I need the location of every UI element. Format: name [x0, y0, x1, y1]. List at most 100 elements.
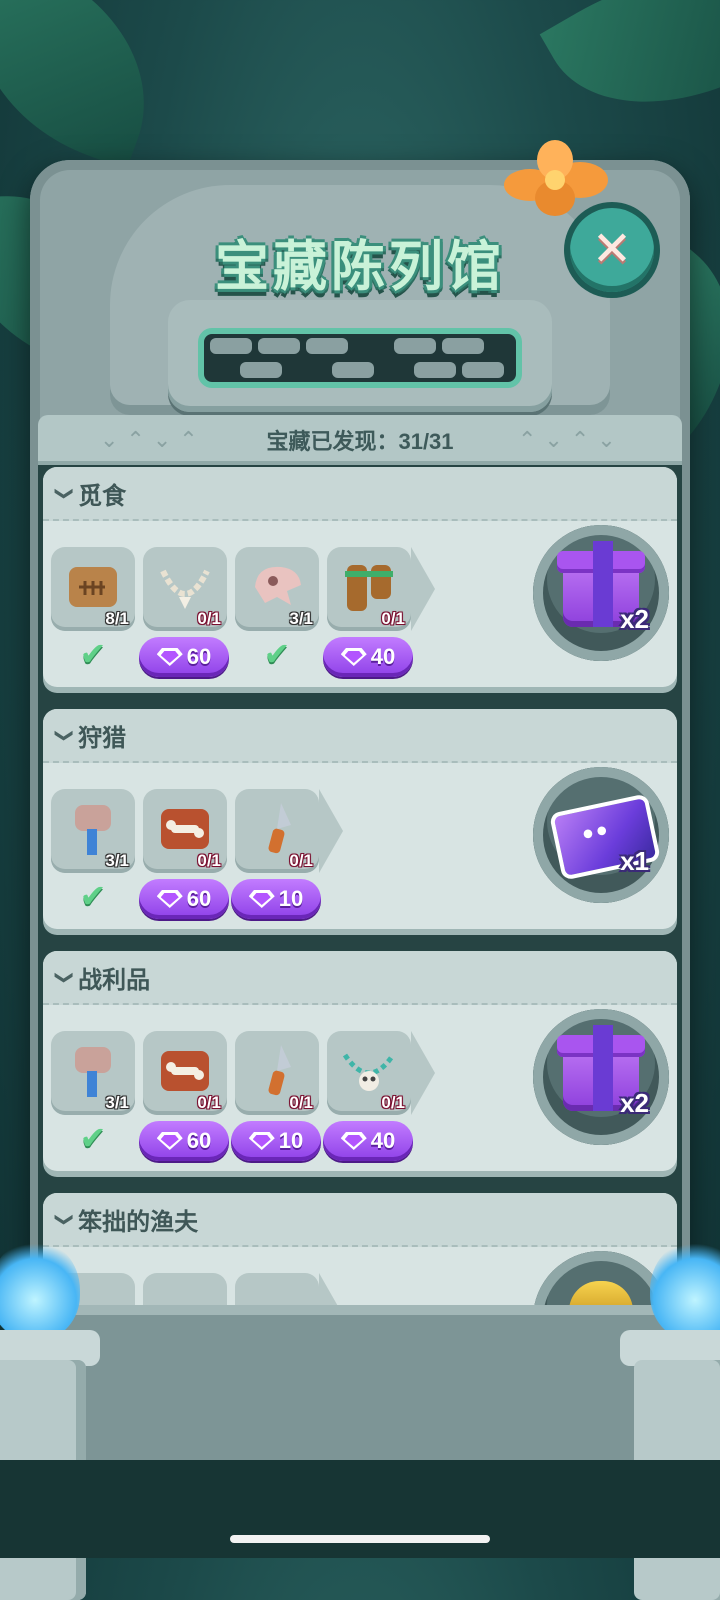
- stone-spear-tip-icon: [268, 803, 291, 854]
- stone-hammer-icon: [75, 1047, 111, 1097]
- reward-multiplier: x2: [620, 604, 649, 634]
- gem-icon: [249, 890, 275, 908]
- gem-price: 60: [186, 886, 212, 911]
- category-card-hunting: ❯ 狩猎 3/1 ✔ 0/1 60 0/1 10 ●● x1: [43, 709, 677, 929]
- category-header[interactable]: ❯ 战利品: [43, 951, 677, 1005]
- item-tile: [235, 1273, 319, 1305]
- item-count: 0/1: [289, 1093, 313, 1112]
- item-tile: 0/1: [143, 547, 227, 631]
- collection-item[interactable]: 0/1 40: [323, 1031, 435, 1161]
- buy-with-gems-button[interactable]: 60: [139, 637, 229, 677]
- buy-with-gems-button[interactable]: 40: [323, 637, 413, 677]
- collection-item[interactable]: 0/1 10: [231, 789, 343, 919]
- collection-item[interactable]: 3/1 ✔: [51, 1031, 135, 1154]
- gem-icon: [249, 1132, 275, 1150]
- buy-with-gems-button[interactable]: 60: [139, 879, 229, 919]
- collection-item[interactable]: 0/1 40: [323, 547, 435, 677]
- collection-list[interactable]: ❯ 觅食 8/1 ✔ 0/1 60 3/1 ✔ 0/1 40 x2 ❯ 狩猎 3…: [38, 465, 682, 1305]
- collection-item[interactable]: 0/1 10: [231, 1031, 321, 1161]
- close-button[interactable]: ✕: [570, 208, 654, 292]
- item-tile: 8/1: [51, 547, 135, 631]
- treasure-counter-bar: ⌄⌃⌄⌃ 宝藏已发现：31/31 ⌃⌄⌃⌄: [38, 415, 682, 465]
- chevron-down-icon: ❯: [55, 969, 76, 985]
- bone-on-slab-icon: [161, 809, 209, 849]
- gem-icon: [157, 648, 183, 666]
- stone-spear-tip-icon: [268, 1045, 291, 1096]
- item-tile: 0/1: [143, 1031, 227, 1115]
- chevron-down-icon: ❯: [55, 727, 76, 743]
- buy-with-gems-button[interactable]: 40: [323, 1121, 413, 1161]
- gold-coins-icon: [569, 1281, 633, 1305]
- collection-item[interactable]: [235, 1273, 343, 1305]
- item-tile: 0/1: [327, 547, 411, 631]
- check-icon: ✔: [79, 878, 107, 914]
- page-title: 宝藏陈列馆: [215, 235, 505, 298]
- collection-item[interactable]: 0/1 60: [139, 789, 229, 919]
- item-count: 3/1: [105, 1093, 129, 1112]
- collection-item[interactable]: 0/1 60: [139, 1031, 229, 1161]
- collection-item[interactable]: 8/1 ✔: [51, 547, 135, 670]
- item-tile: 3/1: [51, 789, 135, 873]
- collection-item[interactable]: [143, 1273, 227, 1305]
- tile-arrow: [319, 789, 343, 873]
- orange-flower-decoration: [504, 140, 608, 216]
- close-icon: ✕: [591, 223, 633, 276]
- check-icon: ✔: [79, 636, 107, 672]
- jungle-leaf-decoration: [539, 0, 720, 156]
- bone-on-slab-icon: [161, 1051, 209, 1091]
- gem-icon: [157, 1132, 183, 1150]
- reward-multiplier: x2: [620, 1088, 649, 1118]
- jungle-leaf-decoration: [0, 0, 182, 170]
- category-reward[interactable]: x1: [533, 767, 669, 903]
- item-tile: [143, 1273, 227, 1305]
- collection-item[interactable]: 0/1 60: [139, 547, 229, 677]
- check-icon: ✔: [263, 636, 291, 672]
- category-header[interactable]: ❯ 笨拙的渔夫: [43, 1193, 677, 1247]
- category-card-clumsy-fisherman: ❯ 笨拙的渔夫: [43, 1193, 677, 1305]
- wooden-binoculars-icon: [345, 565, 393, 611]
- chevron-pattern-icon: ⌄⌃⌄⌃: [100, 427, 206, 452]
- category-name: 觅食: [78, 482, 127, 510]
- reward-multiplier: x1: [620, 846, 649, 876]
- category-reward[interactable]: x2: [533, 525, 669, 661]
- collection-item[interactable]: 3/1 ✔: [51, 789, 135, 912]
- chevron-down-icon: ❯: [55, 485, 76, 501]
- item-count: 0/1: [381, 1093, 405, 1112]
- buy-with-gems-button[interactable]: 60: [139, 1121, 229, 1161]
- stone-hammer-icon: [75, 805, 111, 855]
- item-count: 0/1: [289, 851, 313, 870]
- item-count: 0/1: [197, 851, 221, 870]
- plaque-window: [198, 328, 522, 388]
- bone-necklace-icon: [160, 569, 210, 609]
- item-count: 3/1: [105, 851, 129, 870]
- item-count: 8/1: [105, 609, 129, 628]
- category-reward[interactable]: [533, 1251, 669, 1305]
- category-header[interactable]: ❯ 觅食: [43, 467, 677, 521]
- gem-price: 60: [186, 1128, 212, 1153]
- item-tile: 0/1: [327, 1031, 411, 1115]
- animal-skull-icon: [255, 566, 301, 605]
- item-count: 0/1: [381, 609, 405, 628]
- gem-price: 10: [278, 886, 304, 911]
- buy-with-gems-button[interactable]: 10: [231, 1121, 321, 1161]
- gem-icon: [341, 1132, 367, 1150]
- gem-icon: [157, 890, 183, 908]
- counter-label: 宝藏已发现：: [266, 429, 399, 454]
- item-tile: 3/1: [235, 547, 319, 631]
- item-count: 0/1: [197, 609, 221, 628]
- gem-price: 60: [186, 644, 212, 669]
- buy-with-gems-button[interactable]: 10: [231, 879, 321, 919]
- chevron-down-icon: ❯: [55, 1211, 76, 1227]
- item-tile: 0/1: [143, 789, 227, 873]
- home-indicator[interactable]: [230, 1535, 490, 1543]
- category-header[interactable]: ❯ 狩猎: [43, 709, 677, 763]
- collection-item[interactable]: 3/1 ✔: [235, 547, 319, 670]
- fossil-tablet-icon: [69, 567, 117, 607]
- check-icon: ✔: [79, 1120, 107, 1156]
- item-tile: 0/1: [235, 1031, 319, 1115]
- gem-price: 10: [278, 1128, 304, 1153]
- tile-arrow: [411, 1031, 435, 1115]
- counter-value: 31/31: [398, 429, 454, 454]
- item-tile: 3/1: [51, 1031, 135, 1115]
- category-reward[interactable]: x2: [533, 1009, 669, 1145]
